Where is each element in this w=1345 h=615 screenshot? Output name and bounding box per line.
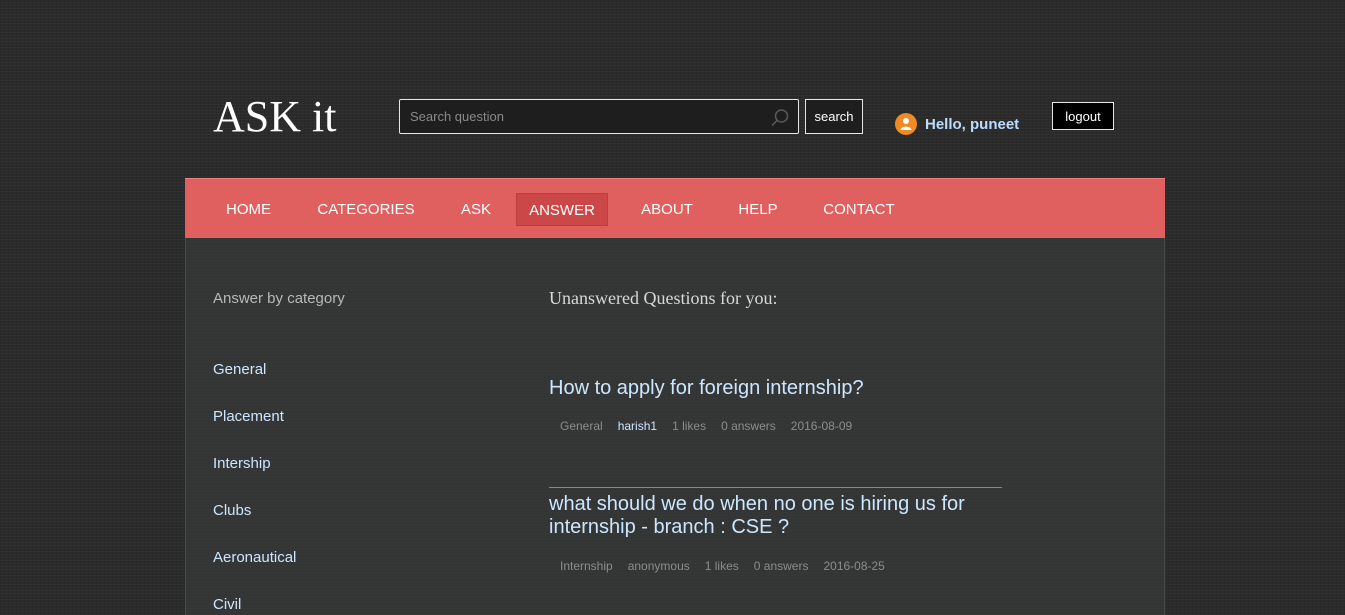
question-title[interactable]: what should we do when no one is hiring … bbox=[549, 493, 999, 539]
user-avatar-icon bbox=[895, 113, 917, 135]
category-link-placement[interactable]: Placement bbox=[213, 408, 284, 425]
question-answers: 0 answers bbox=[753, 559, 809, 573]
sidebar-title: Answer by category bbox=[213, 290, 345, 307]
search-input[interactable] bbox=[400, 100, 760, 133]
question-author: anonymous bbox=[627, 559, 690, 573]
question-title[interactable]: How to apply for foreign internship? bbox=[549, 377, 999, 400]
main-heading: Unanswered Questions for you: bbox=[549, 288, 778, 308]
question-category[interactable]: Internship bbox=[560, 559, 613, 573]
search-button[interactable]: search bbox=[805, 99, 863, 134]
nav-home[interactable]: HOME bbox=[216, 193, 281, 226]
nav-answer[interactable]: ANSWER bbox=[516, 193, 608, 226]
nav-categories[interactable]: CATEGORIES bbox=[311, 193, 421, 226]
question-meta: General harish1 1 likes 0 answers 2016-08-09 bbox=[560, 419, 867, 433]
nav-ask[interactable]: ASK bbox=[451, 193, 501, 226]
category-link-clubs[interactable]: Clubs bbox=[213, 502, 251, 519]
question-meta: Internship anonymous 1 likes 0 answers 2016-… bbox=[560, 559, 900, 573]
greeting-text: Hello, puneet bbox=[925, 115, 1020, 133]
category-link-aeronautical[interactable]: Aeronautical bbox=[213, 549, 296, 566]
category-link-intership[interactable]: Intership bbox=[213, 455, 271, 472]
question-date: 2016-08-09 bbox=[790, 419, 853, 433]
search-icon bbox=[770, 108, 790, 128]
question-likes: 1 likes bbox=[672, 419, 707, 433]
nav-contact[interactable]: CONTACT bbox=[818, 193, 900, 226]
site-logo[interactable]: ASK it bbox=[213, 92, 336, 142]
user-greeting: Hello, puneet bbox=[895, 112, 1019, 136]
logout-button[interactable]: logout bbox=[1052, 102, 1114, 130]
question-likes: 1 likes bbox=[704, 559, 739, 573]
nav-help[interactable]: HELP bbox=[732, 193, 784, 226]
search-box bbox=[399, 99, 799, 134]
question-divider bbox=[549, 487, 1002, 488]
question-author[interactable]: harish1 bbox=[618, 419, 657, 433]
nav-about[interactable]: ABOUT bbox=[631, 193, 703, 226]
question-category[interactable]: General bbox=[560, 419, 603, 433]
main-nav: HOME CATEGORIES ASK ANSWER ABOUT HELP CO… bbox=[185, 178, 1165, 238]
category-link-civil[interactable]: Civil bbox=[213, 596, 241, 613]
category-link-general[interactable]: General bbox=[213, 361, 266, 378]
question-answers: 0 answers bbox=[721, 419, 776, 433]
question-date: 2016-08-25 bbox=[823, 559, 885, 573]
